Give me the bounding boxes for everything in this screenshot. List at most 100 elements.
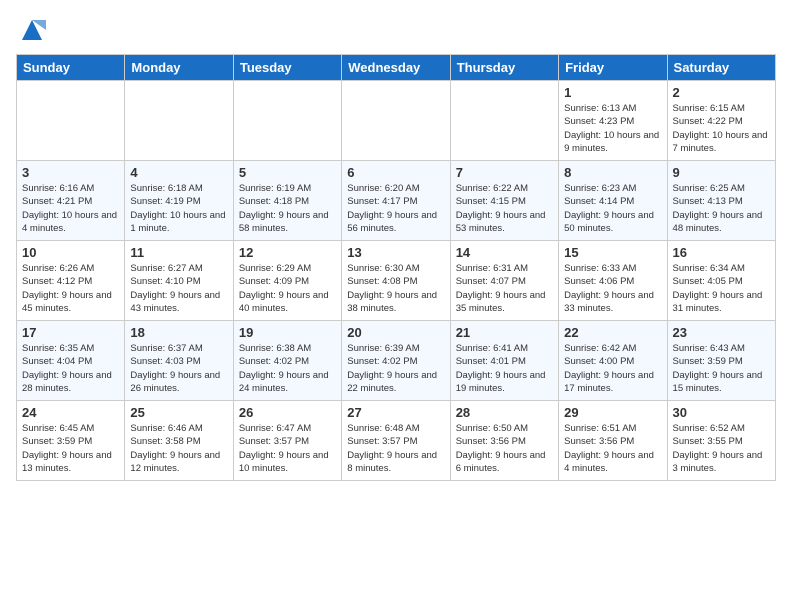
day-of-week-header: Wednesday bbox=[342, 55, 450, 81]
calendar-day-cell bbox=[125, 81, 233, 161]
calendar-header-row: SundayMondayTuesdayWednesdayThursdayFrid… bbox=[17, 55, 776, 81]
day-info: Sunrise: 6:51 AM Sunset: 3:56 PM Dayligh… bbox=[564, 422, 661, 475]
calendar-day-cell: 9 Sunrise: 6:25 AM Sunset: 4:13 PM Daylig… bbox=[667, 161, 775, 241]
day-number: 5 bbox=[239, 165, 336, 180]
logo bbox=[16, 16, 46, 44]
day-info: Sunrise: 6:13 AM Sunset: 4:23 PM Dayligh… bbox=[564, 102, 661, 155]
calendar-day-cell: 3 Sunrise: 6:16 AM Sunset: 4:21 PM Daylig… bbox=[17, 161, 125, 241]
day-of-week-header: Monday bbox=[125, 55, 233, 81]
day-number: 12 bbox=[239, 245, 336, 260]
day-number: 7 bbox=[456, 165, 553, 180]
calendar-day-cell: 4Sunrise: 6:18 AM Sunset: 4:19 PM Daylig… bbox=[125, 161, 233, 241]
day-number: 10 bbox=[22, 245, 119, 260]
day-info: Sunrise: 6:48 AM Sunset: 3:57 PM Dayligh… bbox=[347, 422, 444, 475]
day-info: Sunrise: 6:15 AM Sunset: 4:22 PM Dayligh… bbox=[673, 102, 770, 155]
day-info: Sunrise: 6:43 AM Sunset: 3:59 PM Dayligh… bbox=[673, 342, 770, 395]
day-info: Sunrise: 6:50 AM Sunset: 3:56 PM Dayligh… bbox=[456, 422, 553, 475]
day-info: Sunrise: 6:22 AM Sunset: 4:15 PM Dayligh… bbox=[456, 182, 553, 235]
day-number: 30 bbox=[673, 405, 770, 420]
day-info: Sunrise: 6:45 AM Sunset: 3:59 PM Dayligh… bbox=[22, 422, 119, 475]
day-info: Sunrise: 6:31 AM Sunset: 4:07 PM Dayligh… bbox=[456, 262, 553, 315]
day-info: Sunrise: 6:42 AM Sunset: 4:00 PM Dayligh… bbox=[564, 342, 661, 395]
calendar-day-cell: 28 Sunrise: 6:50 AM Sunset: 3:56 PM Dayli… bbox=[450, 401, 558, 481]
day-number: 17 bbox=[22, 325, 119, 340]
day-number: 8 bbox=[564, 165, 661, 180]
calendar-day-cell: 23 Sunrise: 6:43 AM Sunset: 3:59 PM Dayli… bbox=[667, 321, 775, 401]
day-number: 21 bbox=[456, 325, 553, 340]
calendar-day-cell: 20Sunrise: 6:39 AM Sunset: 4:02 PM Dayli… bbox=[342, 321, 450, 401]
calendar-day-cell: 17 Sunrise: 6:35 AM Sunset: 4:04 PM Dayli… bbox=[17, 321, 125, 401]
calendar-day-cell bbox=[17, 81, 125, 161]
calendar-week-row: 24 Sunrise: 6:45 AM Sunset: 3:59 PM Dayli… bbox=[17, 401, 776, 481]
day-number: 3 bbox=[22, 165, 119, 180]
day-number: 26 bbox=[239, 405, 336, 420]
day-number: 14 bbox=[456, 245, 553, 260]
day-of-week-header: Tuesday bbox=[233, 55, 341, 81]
day-number: 23 bbox=[673, 325, 770, 340]
day-number: 28 bbox=[456, 405, 553, 420]
calendar-day-cell: 7 Sunrise: 6:22 AM Sunset: 4:15 PM Daylig… bbox=[450, 161, 558, 241]
day-info: Sunrise: 6:25 AM Sunset: 4:13 PM Dayligh… bbox=[673, 182, 770, 235]
calendar-day-cell: 21 Sunrise: 6:41 AM Sunset: 4:01 PM Dayli… bbox=[450, 321, 558, 401]
day-of-week-header: Friday bbox=[559, 55, 667, 81]
day-number: 25 bbox=[130, 405, 227, 420]
calendar-day-cell: 13 Sunrise: 6:30 AM Sunset: 4:08 PM Dayli… bbox=[342, 241, 450, 321]
calendar-day-cell: 10 Sunrise: 6:26 AM Sunset: 4:12 PM Dayli… bbox=[17, 241, 125, 321]
day-info: Sunrise: 6:38 AM Sunset: 4:02 PM Dayligh… bbox=[239, 342, 336, 395]
day-info: Sunrise: 6:19 AM Sunset: 4:18 PM Dayligh… bbox=[239, 182, 336, 235]
calendar-day-cell: 30 Sunrise: 6:52 AM Sunset: 3:55 PM Dayli… bbox=[667, 401, 775, 481]
day-info: Sunrise: 6:23 AM Sunset: 4:14 PM Dayligh… bbox=[564, 182, 661, 235]
day-number: 13 bbox=[347, 245, 444, 260]
day-info: Sunrise: 6:41 AM Sunset: 4:01 PM Dayligh… bbox=[456, 342, 553, 395]
calendar-day-cell: 18Sunrise: 6:37 AM Sunset: 4:03 PM Dayli… bbox=[125, 321, 233, 401]
day-number: 4 bbox=[130, 165, 227, 180]
calendar-day-cell bbox=[342, 81, 450, 161]
day-number: 1 bbox=[564, 85, 661, 100]
day-of-week-header: Saturday bbox=[667, 55, 775, 81]
calendar-day-cell: 14 Sunrise: 6:31 AM Sunset: 4:07 PM Dayli… bbox=[450, 241, 558, 321]
day-info: Sunrise: 6:47 AM Sunset: 3:57 PM Dayligh… bbox=[239, 422, 336, 475]
day-info: Sunrise: 6:46 AM Sunset: 3:58 PM Dayligh… bbox=[130, 422, 227, 475]
day-number: 11 bbox=[130, 245, 227, 260]
calendar-day-cell: 12Sunrise: 6:29 AM Sunset: 4:09 PM Dayli… bbox=[233, 241, 341, 321]
calendar-day-cell: 26 Sunrise: 6:47 AM Sunset: 3:57 PM Dayli… bbox=[233, 401, 341, 481]
day-info: Sunrise: 6:52 AM Sunset: 3:55 PM Dayligh… bbox=[673, 422, 770, 475]
calendar-day-cell: 6Sunrise: 6:20 AM Sunset: 4:17 PM Daylig… bbox=[342, 161, 450, 241]
day-info: Sunrise: 6:20 AM Sunset: 4:17 PM Dayligh… bbox=[347, 182, 444, 235]
day-number: 27 bbox=[347, 405, 444, 420]
day-of-week-header: Sunday bbox=[17, 55, 125, 81]
day-number: 18 bbox=[130, 325, 227, 340]
day-info: Sunrise: 6:27 AM Sunset: 4:10 PM Dayligh… bbox=[130, 262, 227, 315]
calendar-day-cell: 16Sunrise: 6:34 AM Sunset: 4:05 PM Dayli… bbox=[667, 241, 775, 321]
day-info: Sunrise: 6:26 AM Sunset: 4:12 PM Dayligh… bbox=[22, 262, 119, 315]
calendar-day-cell: 11 Sunrise: 6:27 AM Sunset: 4:10 PM Dayli… bbox=[125, 241, 233, 321]
calendar-day-cell: 8 Sunrise: 6:23 AM Sunset: 4:14 PM Daylig… bbox=[559, 161, 667, 241]
calendar-day-cell: 24 Sunrise: 6:45 AM Sunset: 3:59 PM Dayli… bbox=[17, 401, 125, 481]
calendar-day-cell: 19 Sunrise: 6:38 AM Sunset: 4:02 PM Dayli… bbox=[233, 321, 341, 401]
calendar-day-cell bbox=[233, 81, 341, 161]
day-number: 9 bbox=[673, 165, 770, 180]
calendar-day-cell: 22 Sunrise: 6:42 AM Sunset: 4:00 PM Dayli… bbox=[559, 321, 667, 401]
calendar-week-row: 17 Sunrise: 6:35 AM Sunset: 4:04 PM Dayli… bbox=[17, 321, 776, 401]
day-info: Sunrise: 6:39 AM Sunset: 4:02 PM Dayligh… bbox=[347, 342, 444, 395]
calendar-day-cell: 29Sunrise: 6:51 AM Sunset: 3:56 PM Dayli… bbox=[559, 401, 667, 481]
day-of-week-header: Thursday bbox=[450, 55, 558, 81]
day-info: Sunrise: 6:34 AM Sunset: 4:05 PM Dayligh… bbox=[673, 262, 770, 315]
calendar-day-cell bbox=[450, 81, 558, 161]
calendar-day-cell: 5 Sunrise: 6:19 AM Sunset: 4:18 PM Daylig… bbox=[233, 161, 341, 241]
day-info: Sunrise: 6:30 AM Sunset: 4:08 PM Dayligh… bbox=[347, 262, 444, 315]
day-info: Sunrise: 6:35 AM Sunset: 4:04 PM Dayligh… bbox=[22, 342, 119, 395]
calendar-table: SundayMondayTuesdayWednesdayThursdayFrid… bbox=[16, 54, 776, 481]
logo-icon bbox=[18, 16, 46, 44]
day-number: 24 bbox=[22, 405, 119, 420]
calendar-day-cell: 15Sunrise: 6:33 AM Sunset: 4:06 PM Dayli… bbox=[559, 241, 667, 321]
day-number: 22 bbox=[564, 325, 661, 340]
calendar-day-cell: 25 Sunrise: 6:46 AM Sunset: 3:58 PM Dayli… bbox=[125, 401, 233, 481]
calendar-week-row: 10 Sunrise: 6:26 AM Sunset: 4:12 PM Dayli… bbox=[17, 241, 776, 321]
day-number: 2 bbox=[673, 85, 770, 100]
day-info: Sunrise: 6:16 AM Sunset: 4:21 PM Dayligh… bbox=[22, 182, 119, 235]
calendar-day-cell: 27 Sunrise: 6:48 AM Sunset: 3:57 PM Dayli… bbox=[342, 401, 450, 481]
calendar-day-cell: 2 Sunrise: 6:15 AM Sunset: 4:22 PM Daylig… bbox=[667, 81, 775, 161]
calendar-week-row: 3 Sunrise: 6:16 AM Sunset: 4:21 PM Daylig… bbox=[17, 161, 776, 241]
day-number: 19 bbox=[239, 325, 336, 340]
